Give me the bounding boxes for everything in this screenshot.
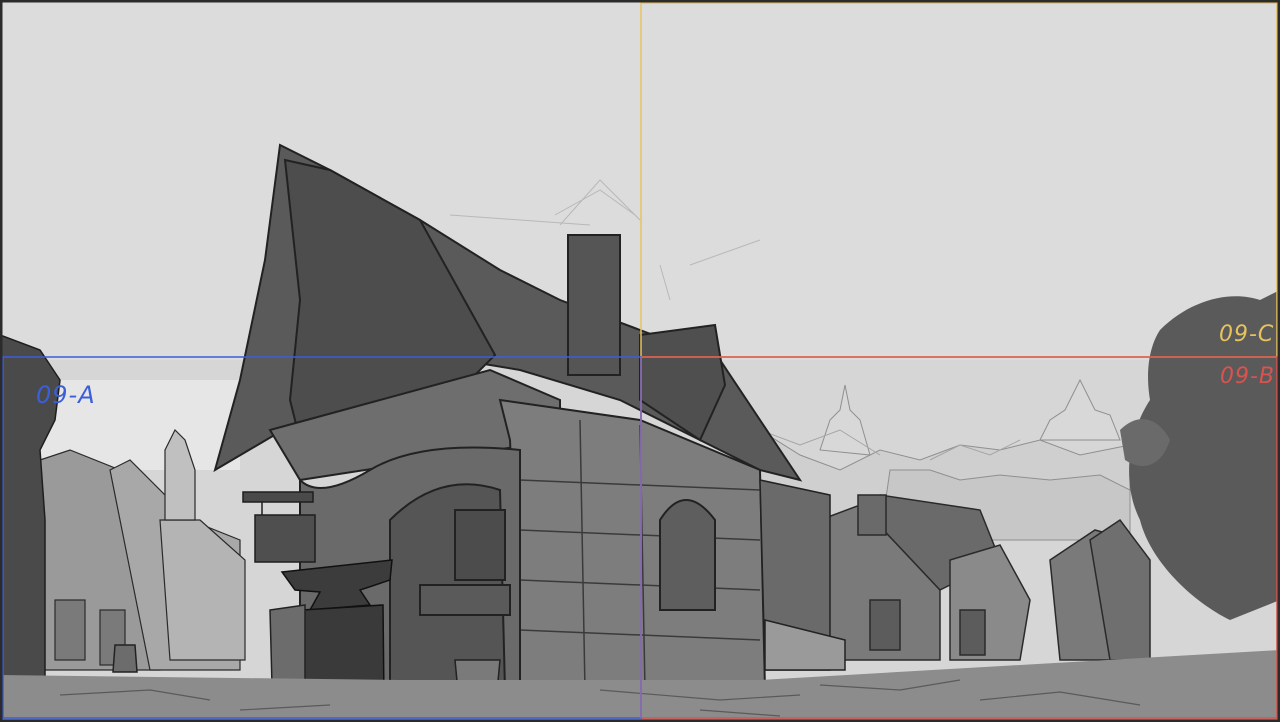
frame-label-09-c: 09-C [1219, 322, 1275, 347]
arched-window [659, 499, 716, 611]
sketch-canvas [0, 0, 1280, 722]
sign-board [254, 514, 316, 563]
frame-label-09-b: 09-B [1220, 364, 1276, 389]
chimney [567, 234, 621, 376]
frame-label-09-a: 09-A [36, 381, 96, 409]
